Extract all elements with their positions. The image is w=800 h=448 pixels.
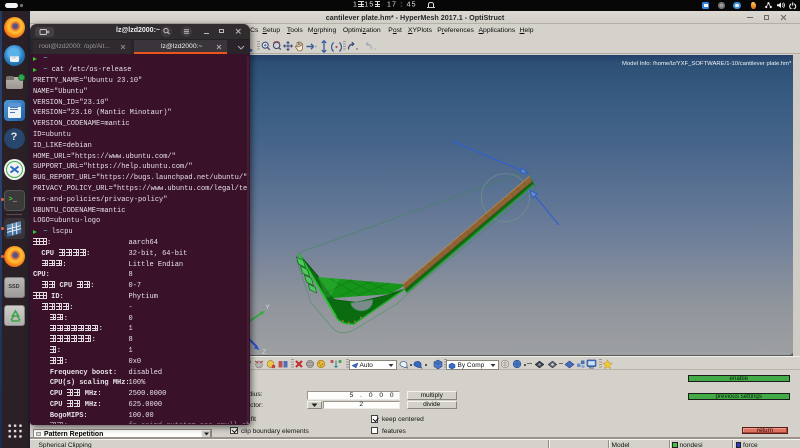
svg-text:Model Info: /home/lz/YXF_SOFTW: Model Info: /home/lz/YXF_SOFTWARE/1-10/c… <box>622 61 792 67</box>
svg-text:Z: Z <box>262 349 266 356</box>
svg-text:Y: Y <box>266 304 271 311</box>
